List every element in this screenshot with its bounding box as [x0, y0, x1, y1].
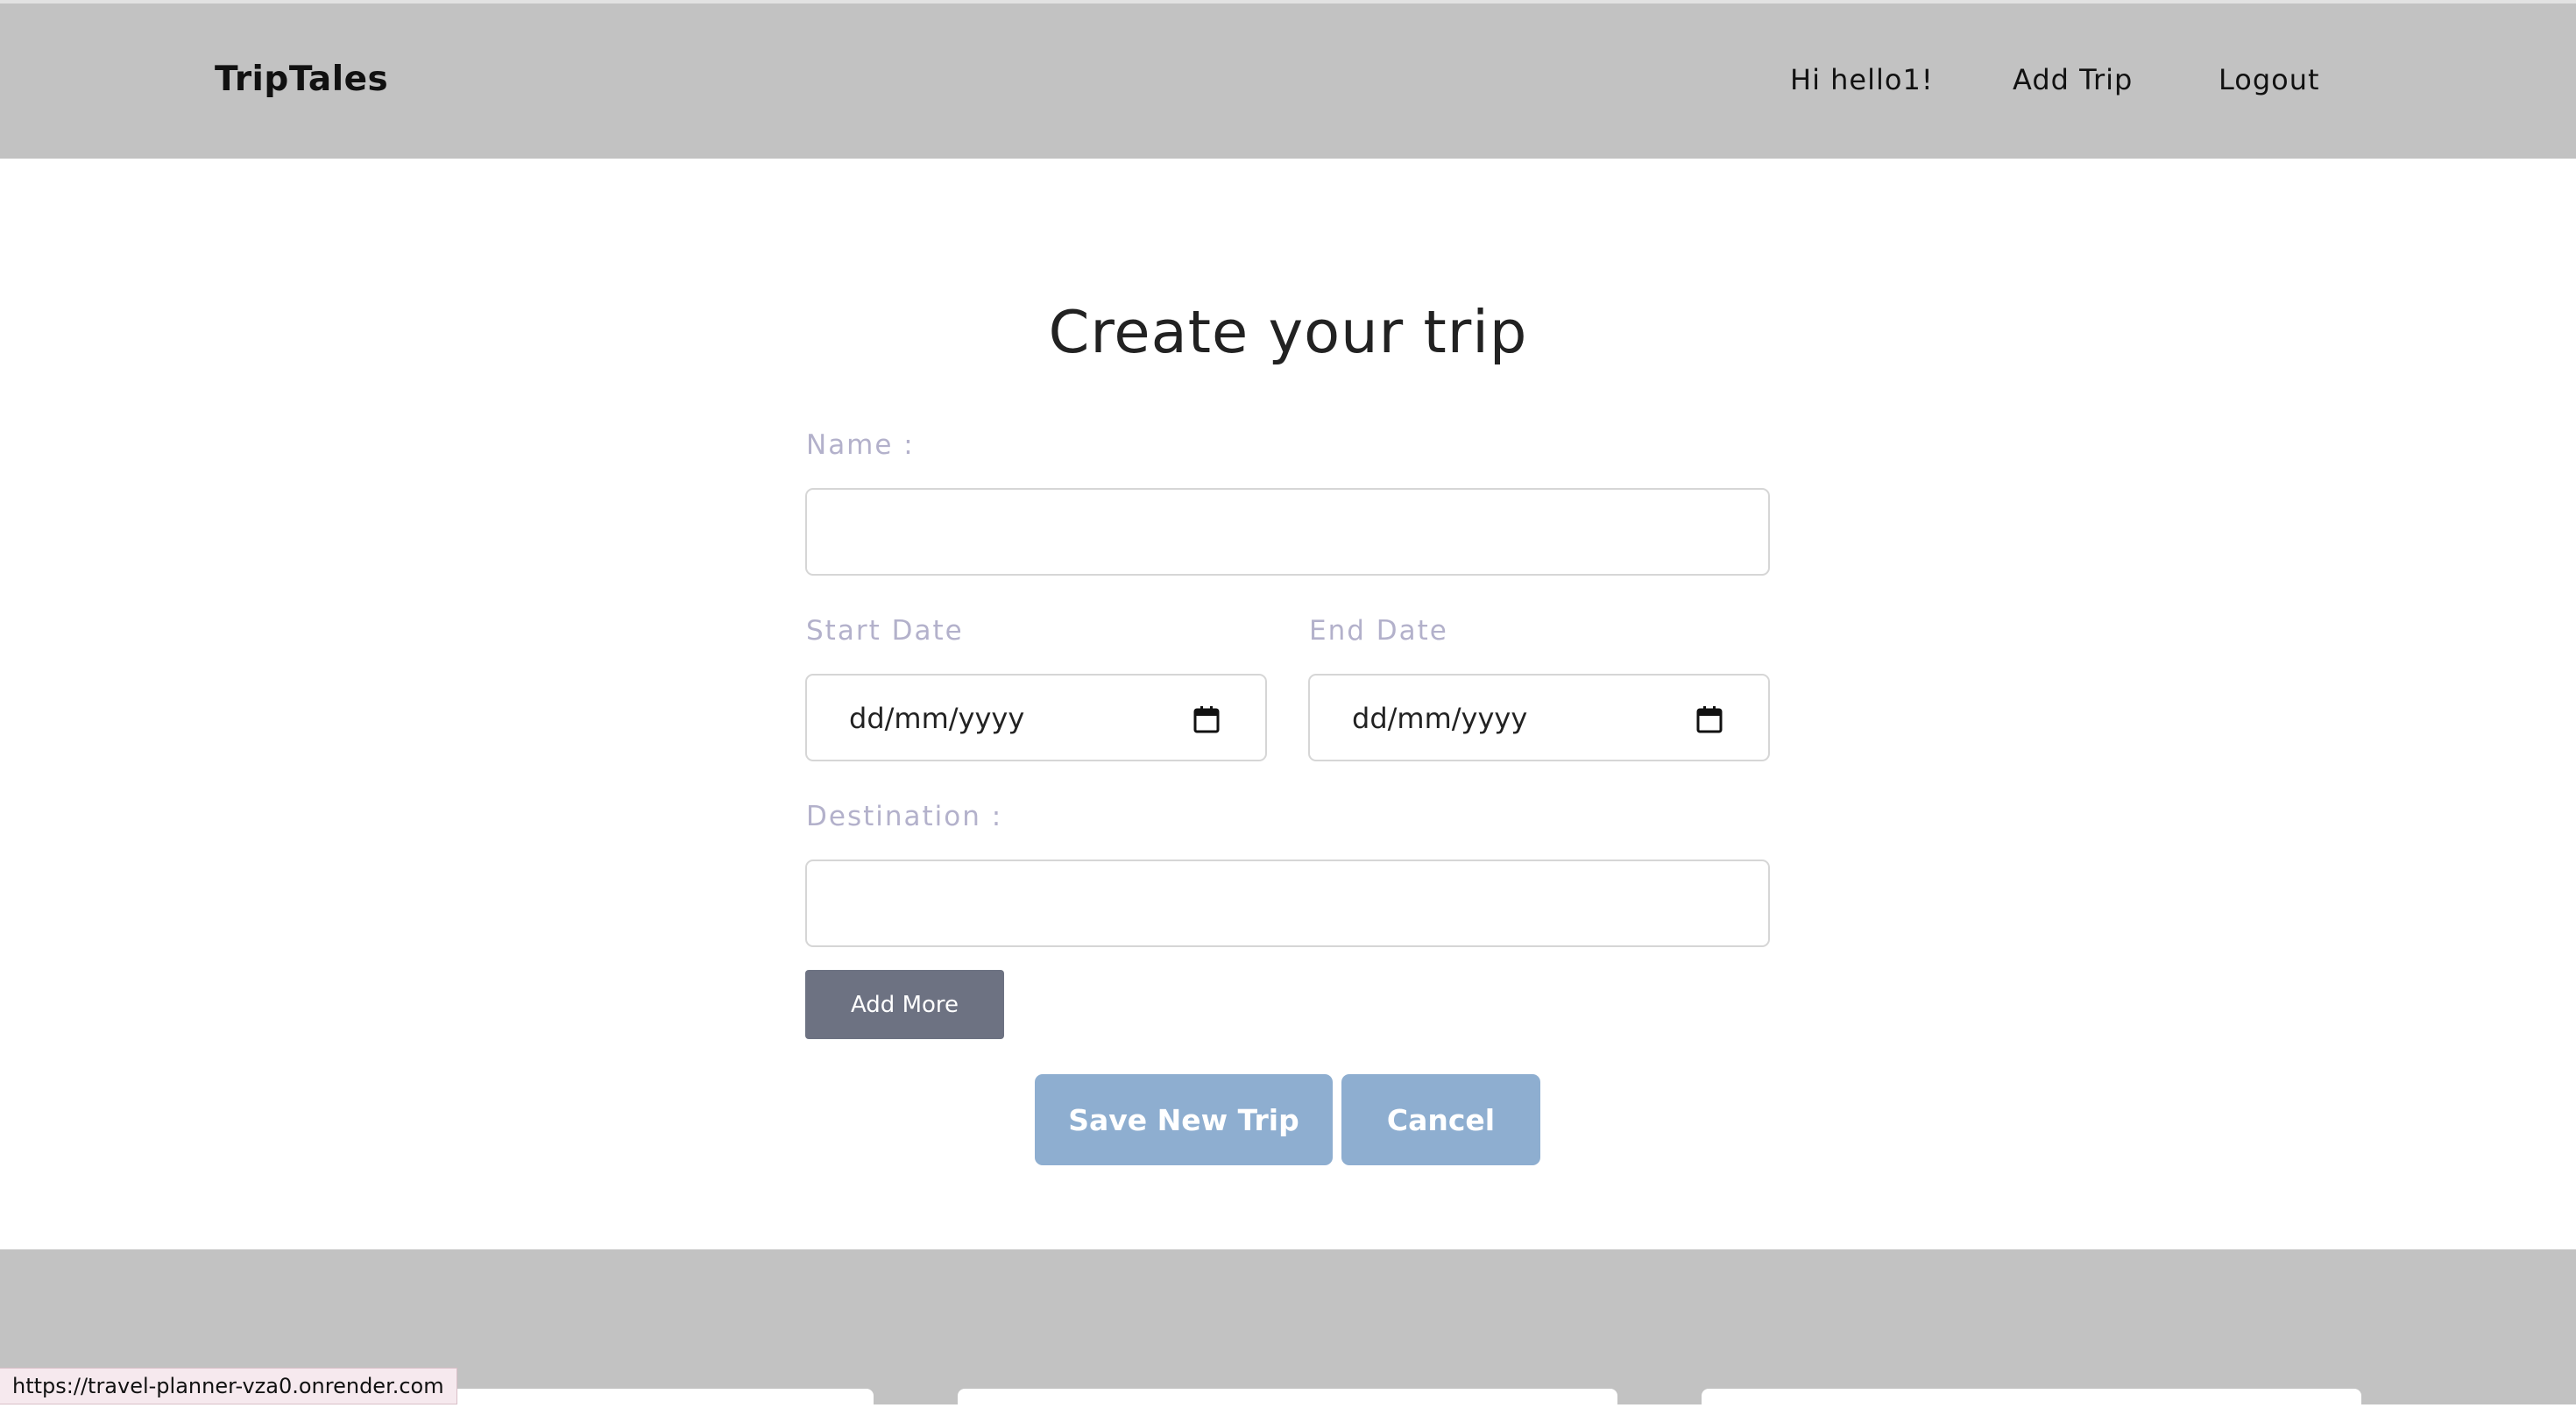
destination-label: Destination : [806, 801, 1003, 832]
calendar-icon[interactable] [1193, 705, 1220, 733]
destination-input[interactable] [805, 860, 1770, 947]
footer-card [1702, 1389, 2361, 1415]
nav-greeting[interactable]: Hi hello1! [1790, 63, 1934, 96]
footer-card [429, 1389, 874, 1415]
navbar: TripTales Hi hello1! Add Trip Logout [0, 4, 2576, 159]
brand-logo-text[interactable]: TripTales [215, 60, 388, 99]
start-date-input[interactable]: dd/mm/yyyy [805, 674, 1267, 761]
save-new-trip-button[interactable]: Save New Trip [1035, 1074, 1333, 1165]
calendar-icon[interactable] [1696, 705, 1723, 733]
status-bar-url: https://travel-planner-vza0.onrender.com [0, 1368, 457, 1404]
cancel-button[interactable]: Cancel [1341, 1074, 1540, 1165]
start-date-label: Start Date [806, 615, 964, 647]
nav-add-trip-link[interactable]: Add Trip [2013, 63, 2133, 96]
page-title: Create your trip [1048, 298, 1528, 366]
name-input[interactable] [805, 488, 1770, 576]
add-more-button[interactable]: Add More [805, 970, 1004, 1039]
name-label: Name : [806, 429, 915, 461]
end-date-placeholder: dd/mm/yyyy [1352, 702, 1528, 735]
nav-logout-link[interactable]: Logout [2219, 63, 2320, 96]
end-date-input[interactable]: dd/mm/yyyy [1308, 674, 1770, 761]
end-date-label: End Date [1309, 615, 1448, 647]
footer-card [958, 1389, 1617, 1415]
start-date-placeholder: dd/mm/yyyy [849, 702, 1025, 735]
